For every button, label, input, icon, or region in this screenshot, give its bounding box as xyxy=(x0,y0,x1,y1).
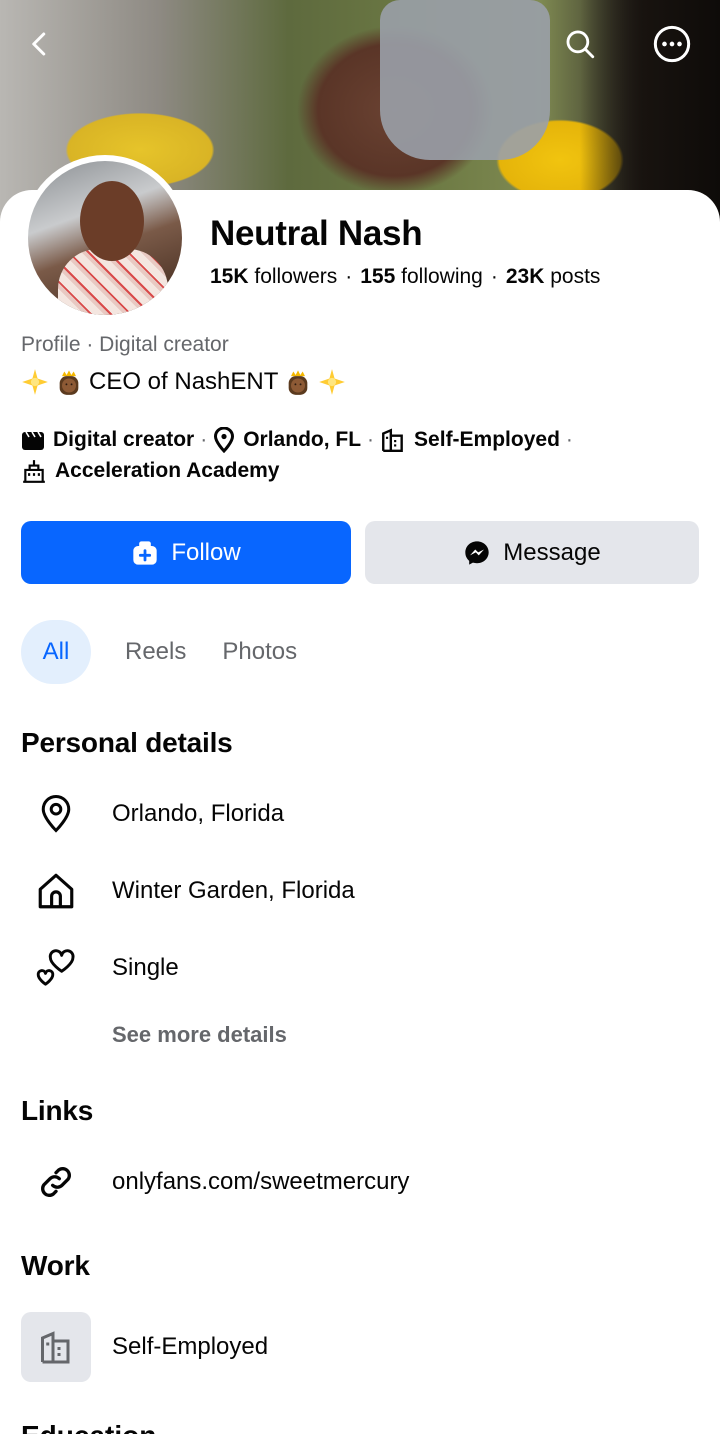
intro-creator-text: Digital creator xyxy=(53,428,195,451)
followers-link[interactable]: 15K followers xyxy=(210,265,337,288)
intro-school[interactable]: Acceleration Academy xyxy=(21,455,280,486)
chevron-left-icon xyxy=(32,32,46,56)
home-icon xyxy=(21,866,91,916)
avatar-face xyxy=(80,181,144,261)
profile-category: Profile · Digital creator xyxy=(21,333,229,356)
detail-text: Winter Garden, Florida xyxy=(112,877,355,904)
profile-tabs: All Reels Photos xyxy=(21,620,315,684)
followers-count: 15K xyxy=(210,265,249,288)
tab-photos[interactable]: Photos xyxy=(204,620,315,684)
intro-work[interactable]: Self-Employed xyxy=(380,424,560,455)
cover-photo-shirt xyxy=(380,0,550,160)
school-icon xyxy=(23,459,45,483)
detail-hometown[interactable]: Winter Garden, Florida xyxy=(21,866,701,916)
back-button[interactable] xyxy=(18,22,62,66)
search-icon xyxy=(566,30,595,59)
profile-intro: Digital creator · Orlando, FL · Self-Emp… xyxy=(21,424,701,486)
work-title: Work xyxy=(21,1250,90,1281)
detail-relationship[interactable]: Single xyxy=(21,943,701,993)
tab-all[interactable]: All xyxy=(21,620,91,684)
profile-avatar[interactable] xyxy=(22,155,188,321)
posts-label: posts xyxy=(550,265,601,288)
intro-location-text: Orlando, FL xyxy=(243,428,362,451)
tab-reels[interactable]: Reels xyxy=(107,620,204,684)
messenger-icon xyxy=(465,540,489,565)
intro-creator: Digital creator xyxy=(21,424,194,455)
princess-emoji xyxy=(55,368,83,396)
link-icon xyxy=(21,1157,91,1207)
link-item[interactable]: onlyfans.com/sweetmercury xyxy=(21,1157,701,1207)
profile-stats: 15K followers · 155 following · 23K posts xyxy=(210,265,600,289)
location-pin-icon xyxy=(21,789,91,839)
separator-dot: · xyxy=(367,428,375,451)
education-title: Education xyxy=(21,1420,156,1434)
hearts-icon xyxy=(21,943,91,993)
location-pin-icon xyxy=(214,426,235,453)
intro-work-text: Self-Employed xyxy=(414,428,560,451)
add-friend-icon xyxy=(133,540,157,565)
follow-label: Follow xyxy=(171,538,241,566)
bio-text: CEO of NashENT xyxy=(89,368,279,395)
posts-count: 23K xyxy=(505,265,545,288)
search-button[interactable] xyxy=(558,22,602,66)
following-count: 155 xyxy=(360,265,396,288)
intro-location[interactable]: Orlando, FL xyxy=(213,424,361,455)
profile-name: Neutral Nash xyxy=(210,214,423,253)
avatar-image xyxy=(28,161,182,315)
glowing-star-emoji xyxy=(318,368,346,396)
clapperboard-icon xyxy=(22,431,44,450)
profile-bio: CEO of NashENT xyxy=(21,368,346,396)
work-item[interactable]: Self-Employed xyxy=(21,1322,701,1372)
link-text: onlyfans.com/sweetmercury xyxy=(112,1168,410,1195)
separator-dot: · xyxy=(200,428,208,451)
building-icon xyxy=(382,427,403,452)
links-title: Links xyxy=(21,1095,94,1126)
message-label: Message xyxy=(503,538,601,566)
follow-button[interactable]: Follow xyxy=(21,521,351,584)
detail-text: Orlando, Florida xyxy=(112,800,285,827)
message-button[interactable]: Message xyxy=(365,521,699,584)
separator-dot: · xyxy=(565,428,573,451)
see-more-details-link[interactable]: See more details xyxy=(112,1022,287,1048)
glowing-star-emoji xyxy=(21,368,49,396)
detail-text: Single xyxy=(112,954,179,981)
posts-stat: 23K posts xyxy=(506,265,601,288)
intro-school-text: Acceleration Academy xyxy=(55,459,280,482)
personal-details-title: Personal details xyxy=(21,727,233,758)
followers-label: followers xyxy=(254,265,338,288)
following-link[interactable]: 155 following xyxy=(360,265,483,288)
more-options-button[interactable] xyxy=(650,22,694,66)
separator-dot: · xyxy=(490,265,498,288)
separator-dot: · xyxy=(345,265,353,288)
work-text: Self-Employed xyxy=(112,1333,269,1360)
princess-emoji xyxy=(284,368,312,396)
detail-current-city[interactable]: Orlando, Florida xyxy=(21,789,701,839)
more-dots-icon xyxy=(653,25,691,63)
following-label: following xyxy=(401,265,483,288)
